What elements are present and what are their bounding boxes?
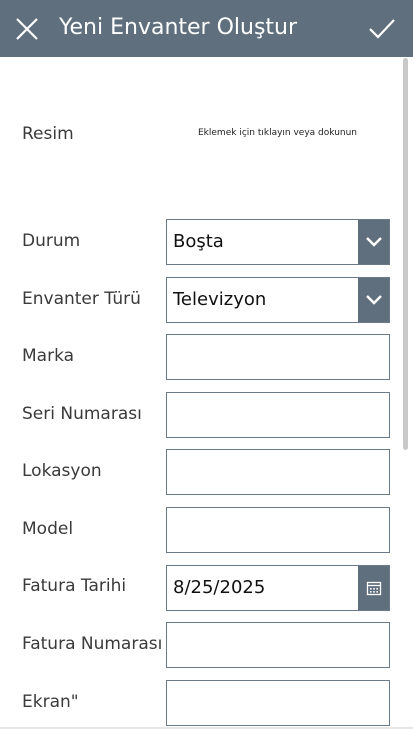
- serial-number-label: Seri Numarası: [22, 404, 142, 424]
- location-label: Lokasyon: [22, 461, 102, 481]
- status-dropdown-toggle[interactable]: [358, 220, 389, 264]
- invoice-number-label: Fatura Numarası: [22, 634, 163, 654]
- image-label: Resim: [22, 124, 74, 144]
- checkmark-icon: [369, 19, 395, 39]
- calendar-button[interactable]: [358, 566, 389, 610]
- location-input[interactable]: [166, 449, 390, 495]
- title-bar: Yeni Envanter Oluştur: [0, 0, 413, 57]
- screen-label: Ekran": [22, 692, 79, 712]
- inventory-type-value: Televizyon: [173, 289, 267, 310]
- brand-input[interactable]: [166, 334, 390, 380]
- status-label: Durum: [22, 231, 81, 251]
- scrollbar-thumb[interactable]: [403, 58, 408, 450]
- inventory-type-dropdown-toggle[interactable]: [358, 278, 389, 322]
- status-value: Boşta: [173, 231, 224, 252]
- inventory-type-dropdown[interactable]: Televizyon: [166, 277, 390, 323]
- image-upload-hint[interactable]: Eklemek için tıklayın veya dokunun: [198, 128, 357, 138]
- close-icon: [16, 18, 38, 40]
- invoice-date-label: Fatura Tarihi: [22, 576, 127, 596]
- serial-number-input[interactable]: [166, 392, 390, 438]
- invoice-number-input[interactable]: [166, 622, 390, 668]
- chevron-down-icon: [365, 295, 382, 305]
- brand-label: Marka: [22, 346, 75, 366]
- calendar-icon: [366, 581, 381, 596]
- inventory-type-label: Envanter Türü: [22, 289, 141, 309]
- invoice-date-value: 8/25/2025: [173, 577, 266, 598]
- status-dropdown[interactable]: Boşta: [166, 219, 390, 265]
- model-label: Model: [22, 519, 74, 539]
- close-button[interactable]: [8, 10, 46, 48]
- page-title: Yeni Envanter Oluştur: [59, 15, 298, 40]
- model-input[interactable]: [166, 507, 390, 553]
- chevron-down-icon: [365, 237, 382, 247]
- screen-input[interactable]: [166, 680, 390, 726]
- confirm-button[interactable]: [363, 10, 401, 48]
- invoice-date-picker[interactable]: 8/25/2025: [166, 565, 390, 611]
